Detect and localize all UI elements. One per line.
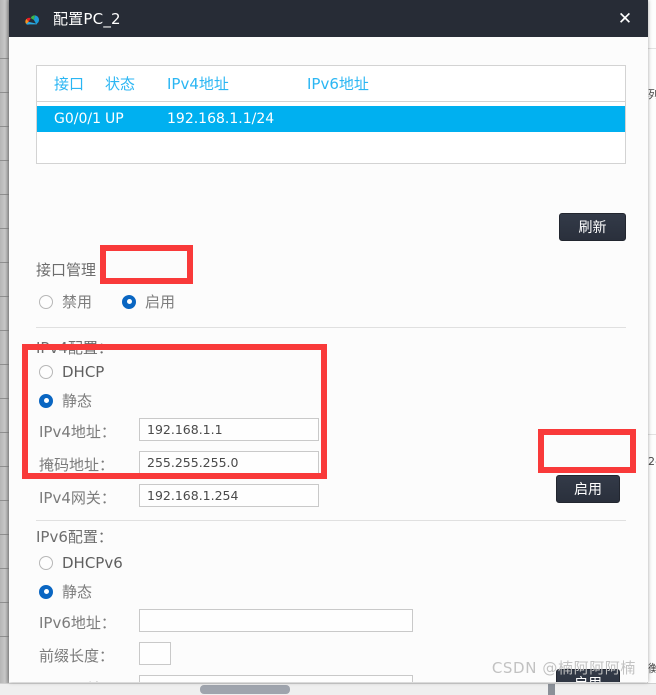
divider	[36, 520, 626, 521]
dialog-titlebar[interactable]: 配置PC_2 ✕	[9, 0, 648, 37]
radio-label-static: 静态	[62, 392, 93, 410]
ipv4-section-title: IPv4配置：	[36, 339, 113, 357]
ipv4-mask-input[interactable]	[139, 451, 319, 474]
radio-dot-icon	[39, 584, 53, 599]
table-row[interactable]: G0/0/1 UP 192.168.1.1/24	[37, 106, 625, 132]
label-ipv4-gateway: IPv4网关：	[39, 489, 116, 507]
radio-interface-disable[interactable]: 禁用	[39, 291, 92, 312]
scrollbar-thumb[interactable]	[200, 685, 290, 694]
ipv4-apply-button[interactable]: 启用	[556, 475, 620, 503]
radio-dot-icon	[122, 294, 136, 309]
table-empty-row	[37, 132, 625, 163]
interface-mgmt-title: 接口管理	[36, 261, 97, 279]
ipv4-gateway-input[interactable]	[139, 484, 319, 507]
horizontal-scrollbar[interactable]	[0, 683, 656, 695]
radio-label-disable: 禁用	[62, 293, 93, 311]
ipv4-address-input[interactable]	[139, 418, 319, 441]
watermark: CSDN @楠阿阿阿楠	[491, 659, 636, 677]
dialog-body: 接口 状态 IPv4地址 IPv6地址 G0/0/1 UP 192.168.1.…	[9, 37, 648, 682]
ipv6-section-title: IPv6配置：	[36, 528, 113, 546]
label-ipv4-mask: 掩码地址：	[39, 456, 115, 474]
ipv6-gateway-input[interactable]	[139, 675, 413, 682]
column-header-ipv6: IPv6地址	[307, 75, 369, 93]
radio-ipv4-dhcp[interactable]: DHCP	[39, 363, 104, 381]
label-ipv6-address: IPv6地址：	[39, 614, 116, 632]
radio-interface-enable[interactable]: 启用	[122, 291, 175, 312]
ipv6-prefix-input[interactable]	[139, 642, 171, 665]
radio-ipv6-static[interactable]: 静态	[39, 581, 92, 602]
radio-label-dhcp: DHCP	[62, 363, 105, 381]
interface-table-header: 接口 状态 IPv4地址 IPv6地址	[37, 66, 625, 102]
column-header-interface: 接口	[54, 75, 85, 93]
label-ipv4-address: IPv4地址：	[39, 423, 116, 441]
interface-table: 接口 状态 IPv4地址 IPv6地址 G0/0/1 UP 192.168.1.…	[36, 65, 626, 164]
ipv6-address-input[interactable]	[139, 609, 413, 632]
radio-dot-icon	[39, 294, 53, 309]
cell-interface: G0/0/1	[54, 111, 102, 127]
dialog-title: 配置PC_2	[53, 10, 121, 28]
background-right-panel: 列 2- 衡	[647, 0, 656, 695]
column-header-ipv4: IPv4地址	[167, 75, 229, 93]
divider	[36, 327, 626, 328]
refresh-button[interactable]: 刷新	[559, 213, 626, 241]
scrollbar-marker	[548, 684, 555, 695]
radio-label-static-v6: 静态	[62, 583, 93, 601]
radio-ipv6-dhcpv6[interactable]: DHCPv6	[39, 554, 123, 572]
radio-label-enable: 启用	[145, 293, 176, 311]
background-left-panel	[0, 0, 9, 695]
radio-dot-icon	[39, 365, 53, 379]
close-icon[interactable]: ✕	[602, 0, 648, 37]
column-header-state: 状态	[105, 75, 136, 93]
cell-ipv4: 192.168.1.1/24	[167, 111, 275, 127]
cloud-icon	[25, 14, 40, 25]
radio-dot-icon	[39, 393, 53, 408]
cell-state: UP	[105, 111, 124, 127]
label-ipv6-prefix: 前缀长度：	[39, 647, 115, 665]
radio-dot-icon	[39, 556, 53, 570]
configure-pc-dialog: 配置PC_2 ✕ 接口 状态 IPv4地址 IPv6地址 G0/0/1 UP 1…	[9, 0, 648, 682]
radio-ipv4-static[interactable]: 静态	[39, 390, 92, 411]
label-ipv6-gateway: IPv6网关：	[39, 678, 116, 682]
radio-label-dhcpv6: DHCPv6	[62, 554, 123, 572]
